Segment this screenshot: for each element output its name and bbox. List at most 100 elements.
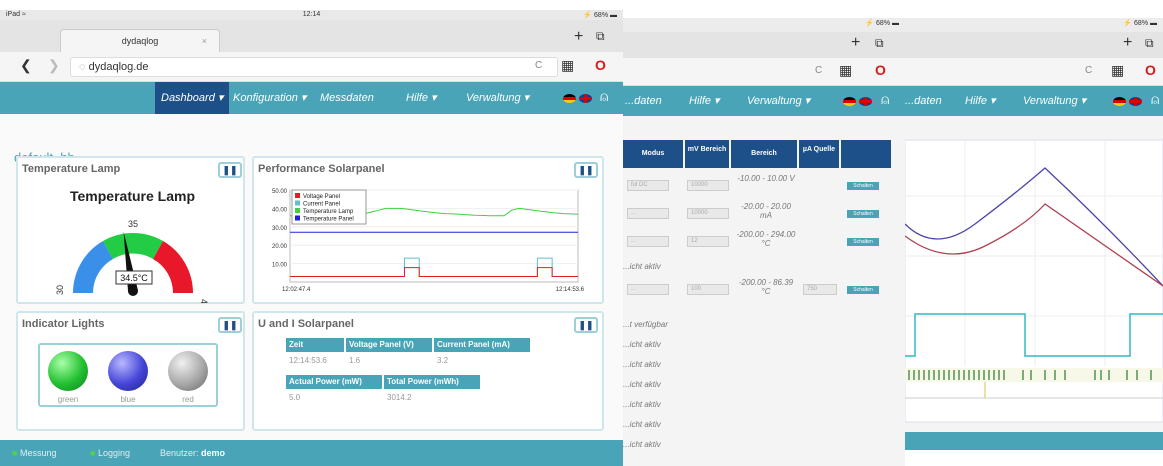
tab-strip: + ⧉ <box>623 32 905 58</box>
user-icon[interactable]: ⍝ <box>881 91 889 108</box>
gauge-hot-band <box>153 241 194 293</box>
german-flag-icon[interactable] <box>563 94 576 103</box>
opera-menu-icon[interactable]: O <box>875 62 886 78</box>
card-title: Indicator Lights <box>22 318 105 330</box>
switch-button[interactable]: Schalten <box>847 238 879 246</box>
legend-swatch <box>295 215 300 221</box>
german-flag-icon[interactable] <box>843 97 856 106</box>
tab-title: dydaqlog <box>121 36 159 46</box>
user-icon[interactable]: ⍝ <box>1151 91 1159 108</box>
address-field[interactable]: ◌ dydaqlog.de <box>70 57 558 77</box>
opera-menu-icon[interactable]: O <box>1145 62 1156 78</box>
table-header: Current Panel (mA) <box>434 338 530 352</box>
new-tab-icon[interactable]: + <box>574 28 583 46</box>
pause-button[interactable]: ❚❚ <box>218 317 242 333</box>
mode-select[interactable]: ... <box>627 208 669 219</box>
mode-select[interactable]: ... <box>627 284 669 295</box>
battery-indicator: ⚡ 68% ▬ <box>583 12 617 19</box>
close-tab-icon[interactable]: × <box>202 30 207 52</box>
nav-dashboard[interactable]: Dashboard ▾ <box>155 82 230 114</box>
range-text: -20.00 - 20.00 mA <box>741 202 791 220</box>
table-cell: 3014.2 <box>384 391 480 405</box>
nav-verwaltung[interactable]: Verwaltung ▾ <box>466 82 529 114</box>
tabs-icon[interactable]: ⧉ <box>1145 36 1154 51</box>
nav-konfiguration[interactable]: Konfiguration ▾ <box>233 82 306 114</box>
user-icon[interactable]: ⍝ <box>600 88 608 105</box>
english-flag-icon[interactable] <box>859 97 872 106</box>
english-flag-icon[interactable] <box>1129 97 1142 106</box>
red-light <box>168 351 208 391</box>
y-tick-label: 50.00 <box>272 189 288 195</box>
reload-icon[interactable]: C <box>815 65 822 76</box>
switch-button[interactable]: Schalten <box>847 182 879 190</box>
ua-source-select[interactable]: 750 <box>803 284 837 295</box>
clock: 12:14 <box>302 11 321 18</box>
pause-button[interactable]: ❚❚ <box>218 162 242 178</box>
card-title: Performance Solarpanel <box>258 163 385 175</box>
switch-button[interactable]: Schalten <box>847 286 879 294</box>
tablet-config: ⚡ 68% ▬ + ⧉ C ▦ O ...daten Hilfe ▾ Verwa… <box>623 18 905 466</box>
speed-dial-icon[interactable]: ▦ <box>839 62 852 79</box>
mv-range-select[interactable]: 12 <box>687 236 729 247</box>
nav-hilfe[interactable]: Hilfe ▾ <box>965 86 996 118</box>
tabs-icon[interactable]: ⧉ <box>875 36 884 51</box>
address-text: dydaqlog.de <box>88 61 149 73</box>
nav-messdaten[interactable]: ...daten <box>905 86 942 118</box>
mv-range-select[interactable]: 100 <box>687 284 729 295</box>
browser-tab[interactable]: dydaqlog × <box>60 29 220 52</box>
gauge-cold-band <box>72 241 113 293</box>
nav-verwaltung[interactable]: Verwaltung ▾ <box>747 86 810 118</box>
green-light <box>48 351 88 391</box>
reload-icon[interactable]: C <box>1085 65 1092 76</box>
range-text: -10.00 - 10.00 V <box>737 174 795 183</box>
blue-light <box>108 351 148 391</box>
new-tab-icon[interactable]: + <box>1123 34 1132 52</box>
back-icon[interactable]: ❮ <box>20 57 32 74</box>
opera-menu-icon[interactable]: O <box>595 57 606 73</box>
mv-range-select[interactable]: 10000 <box>687 208 729 219</box>
battery-indicator: ⚡ 68% ▬ <box>865 20 899 27</box>
card-title: U and I Solarpanel <box>258 318 354 330</box>
solar-line-chart: 50.00 40.00 30.00 20.00 10.00 Voltage Panel Cu… <box>272 189 585 293</box>
nav-messdaten[interactable]: Messdaten <box>320 82 374 114</box>
username: demo <box>201 448 226 458</box>
logging-status: ■ Logging <box>90 448 130 458</box>
nav-messdaten[interactable]: ...daten <box>625 86 662 118</box>
mode-select[interactable]: ful DC <box>627 180 669 191</box>
logging-label: Logging <box>97 448 130 458</box>
device-label: iPad ≈ <box>6 11 26 18</box>
temperature-gauge: 30 35 40 34.5°C <box>55 219 209 303</box>
status-bar: iPad ≈ 12:14 ⚡ 68% ▬ <box>0 10 623 20</box>
header-mv-range: mV Bereich <box>685 140 729 168</box>
battery-indicator: ⚡ 68% ▬ <box>1123 20 1157 27</box>
pause-button[interactable]: ❚❚ <box>574 162 598 178</box>
tabs-icon[interactable]: ⧉ <box>596 29 605 44</box>
table-cell: 5.0 <box>286 391 382 405</box>
nav-hilfe[interactable]: Hilfe ▾ <box>689 86 720 118</box>
nav-verwaltung[interactable]: Verwaltung ▾ <box>1023 86 1086 118</box>
table-header: Total Power (mWh) <box>384 375 480 389</box>
row-status: ...icht aktiv <box>623 400 661 409</box>
pause-button[interactable]: ❚❚ <box>574 317 598 333</box>
forward-icon[interactable]: ❯ <box>48 57 60 74</box>
gauge-hub <box>128 286 138 296</box>
switch-button[interactable]: Schalten <box>847 210 879 218</box>
reload-icon[interactable]: C <box>535 60 542 71</box>
mv-range-select[interactable]: 10000 <box>687 180 729 191</box>
english-flag-icon[interactable] <box>579 94 592 103</box>
nav-hilfe[interactable]: Hilfe ▾ <box>406 82 437 114</box>
speed-dial-icon[interactable]: ▦ <box>561 57 574 74</box>
german-flag-icon[interactable] <box>1113 97 1126 106</box>
x-start-label: 12:02:47.4 <box>282 287 311 293</box>
mode-select[interactable]: ... <box>627 236 669 247</box>
solar-chart-card: Performance Solarpanel ❚❚ 50.00 40.00 30.0… <box>252 156 604 304</box>
table-row: ... 12 -200.00 - 294.00 °C Schalten <box>623 228 893 256</box>
speed-dial-icon[interactable]: ▦ <box>1111 62 1124 79</box>
main-nav: Dashboard ▾ Konfiguration ▾ Messdaten Hi… <box>0 82 623 114</box>
y-tick-label: 10.00 <box>272 263 288 269</box>
new-tab-icon[interactable]: + <box>851 34 860 52</box>
gauge-mid-label: 35 <box>128 219 138 229</box>
card-title: Temperature Lamp <box>22 163 121 175</box>
gauge-min-label: 30 <box>55 285 65 295</box>
legend-label: Voltage Panel <box>303 194 340 200</box>
